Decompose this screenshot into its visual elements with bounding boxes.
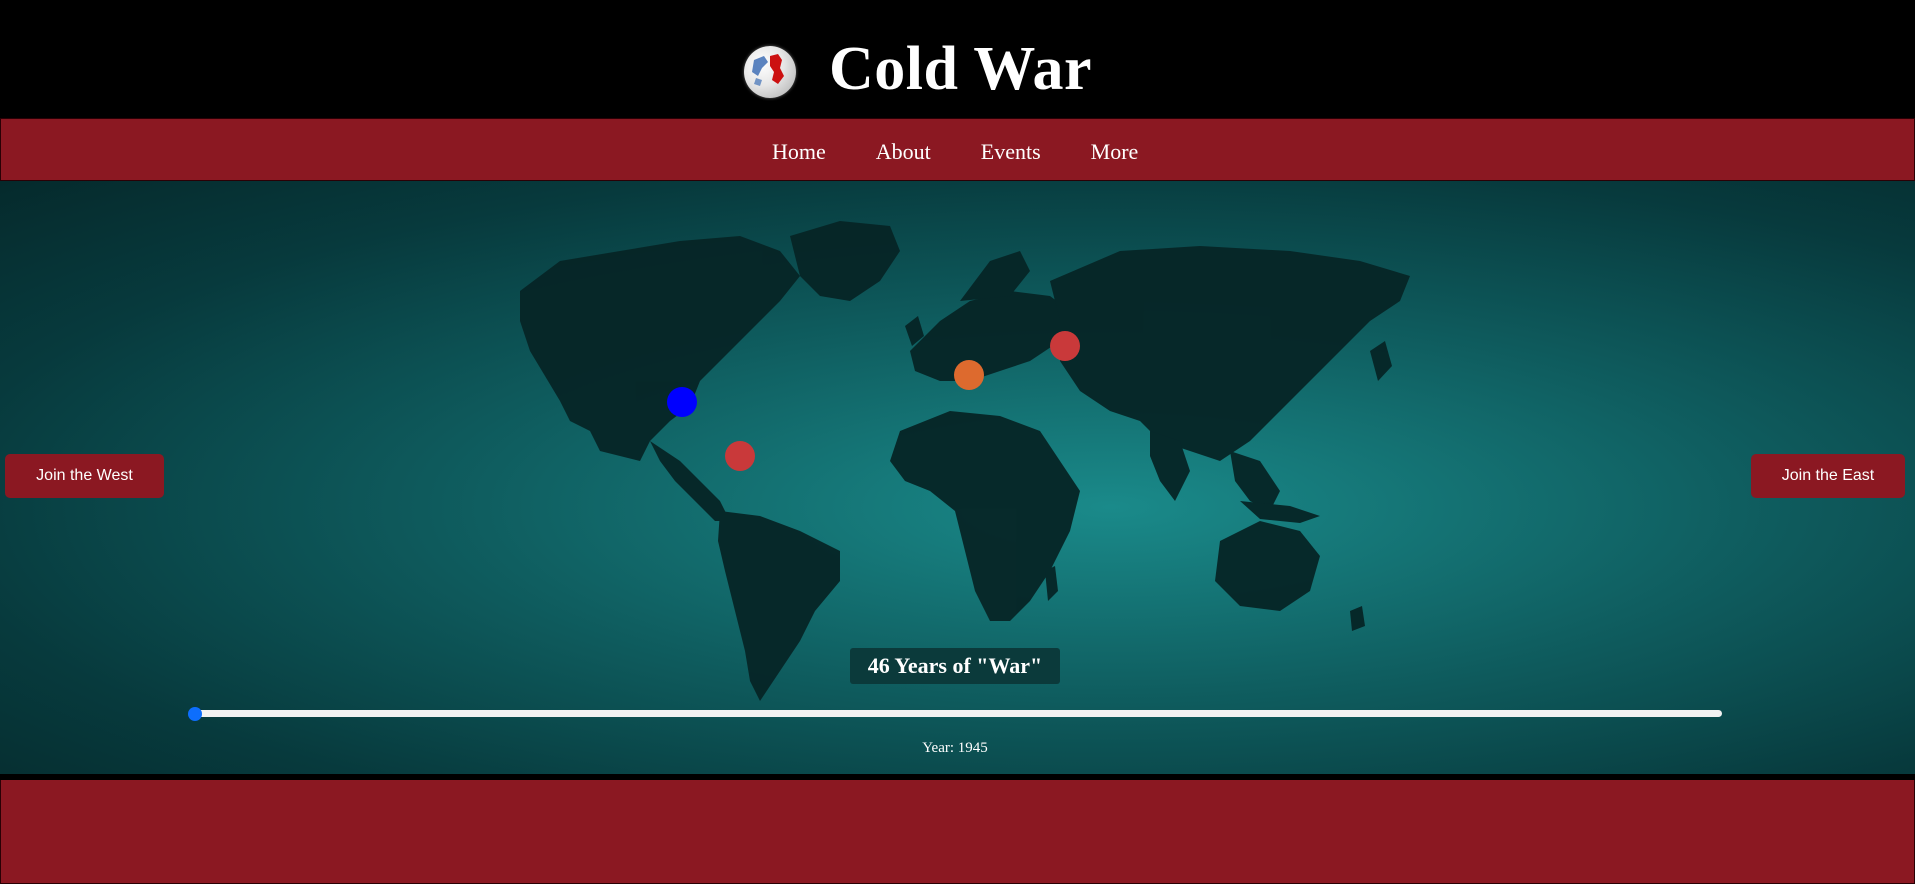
footer [0,780,1915,884]
marker-cuba[interactable] [725,441,755,471]
nav-about[interactable]: About [876,139,931,165]
nav-events[interactable]: Events [981,139,1041,165]
marker-usa[interactable] [667,387,697,417]
header: Cold War [0,0,1915,118]
year-slider-thumb[interactable] [188,707,202,721]
year-slider-track[interactable] [193,710,1722,717]
year-readout: Year: 1945 [922,740,988,756]
world-map [0,181,1915,774]
globe-icon[interactable] [744,46,796,98]
marker-ussr[interactable] [1050,331,1080,361]
join-west-button[interactable]: Join the West [5,454,164,498]
marker-europe[interactable] [954,360,984,390]
nav-home[interactable]: Home [772,139,826,165]
site-title: Cold War [829,35,1092,103]
nav-links: Home About Events More [772,139,1188,165]
join-east-button[interactable]: Join the East [1751,454,1905,498]
nav-more[interactable]: More [1091,139,1139,165]
main-navigation: Home About Events More [0,118,1915,181]
world-map-graphic [520,221,1410,701]
timeline-headline: 46 Years of "War" [850,648,1060,684]
